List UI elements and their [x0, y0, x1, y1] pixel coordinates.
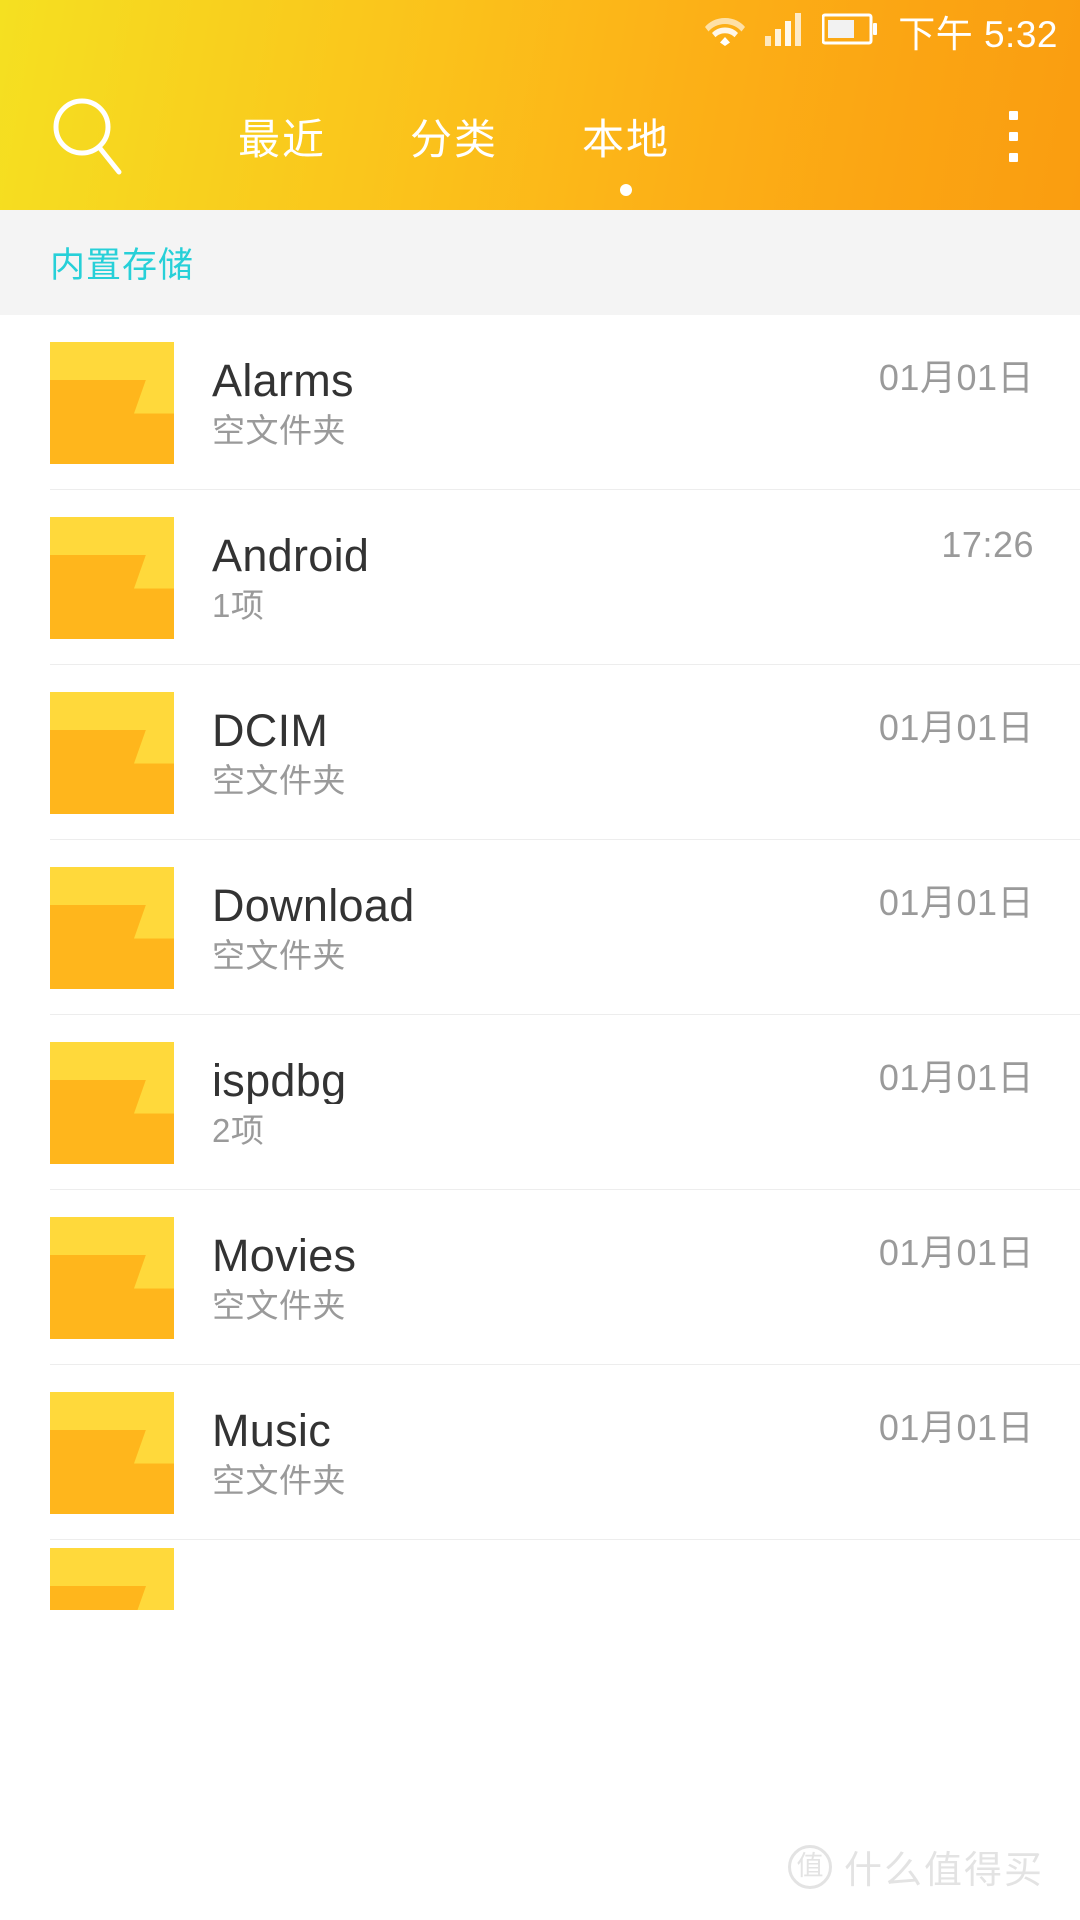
list-item-subtitle: 2项: [212, 1111, 265, 1149]
list-item-name: Movies: [212, 1231, 357, 1279]
list-item-meta: Download 空文件夹: [174, 882, 879, 974]
list-item-meta: Movies 空文件夹: [174, 1232, 879, 1324]
list-item-date: 17:26: [941, 524, 1034, 565]
status-bar: 下午 5:32: [0, 0, 1080, 62]
list-item[interactable]: Android 1项 17:26: [0, 490, 1080, 665]
list-item[interactable]: [0, 1540, 1080, 1610]
tab-categories[interactable]: 分类: [368, 62, 540, 210]
list-item-subtitle: 空文件夹: [212, 411, 346, 449]
list-item[interactable]: ispdbg 2项 01月01日: [0, 1015, 1080, 1190]
list-item-meta: Android 1项: [174, 532, 941, 624]
folder-icon: [50, 866, 174, 989]
list-item-name: Download: [212, 881, 415, 929]
tab-list: 最近 分类 本地: [196, 62, 712, 210]
list-item-date: 01月01日: [878, 357, 1034, 398]
list-item-name: ispdbg: [212, 1056, 347, 1104]
tab-indicator-dot: [620, 184, 632, 196]
list-item[interactable]: Movies 空文件夹 01月01日: [0, 1190, 1080, 1365]
list-item-meta: Alarms 空文件夹: [174, 357, 879, 449]
folder-icon: [50, 1391, 174, 1514]
search-icon[interactable]: [44, 93, 130, 179]
list-item[interactable]: Download 空文件夹 01月01日: [0, 840, 1080, 1015]
folder-icon: [50, 691, 174, 814]
list-item-date: 01月01日: [878, 1232, 1034, 1273]
list-item-meta: Music 空文件夹: [174, 1407, 879, 1499]
folder-icon: [50, 1216, 174, 1339]
list-item-name: Android: [212, 531, 370, 579]
list-item-date: 01月01日: [878, 1057, 1034, 1098]
list-item-meta: DCIM 空文件夹: [174, 707, 879, 799]
battery-icon: [821, 13, 878, 50]
signal-bars-icon: [764, 12, 804, 51]
wifi-icon: [704, 12, 746, 51]
watermark-logo-icon: 值: [787, 1844, 832, 1889]
overflow-menu-icon[interactable]: [976, 91, 1050, 181]
overflow-dot: [1008, 110, 1018, 120]
tab-bar: 最近 分类 本地: [0, 62, 1080, 210]
list-item-name: Alarms: [212, 356, 354, 404]
watermark-text: 什么值得买: [843, 1850, 1044, 1892]
overflow-dot: [1008, 152, 1018, 162]
list-item[interactable]: Alarms 空文件夹 01月01日: [0, 315, 1080, 490]
overflow-dot: [1008, 131, 1018, 141]
list-item-meta: [174, 1540, 1034, 1550]
list-item-subtitle: 空文件夹: [212, 1461, 346, 1499]
tab-local[interactable]: 本地: [540, 62, 712, 210]
list-item-name: DCIM: [212, 706, 329, 754]
tab-recent-label: 最近: [237, 115, 326, 163]
list-item-name: Music: [212, 1406, 332, 1454]
list-item-date: 01月01日: [878, 707, 1034, 748]
list-item[interactable]: DCIM 空文件夹 01月01日: [0, 665, 1080, 840]
tab-categories-label: 分类: [409, 115, 498, 163]
watermark: 值 什么值得买: [787, 1839, 1044, 1894]
list-item-meta: ispdbg 2项: [174, 1057, 879, 1149]
folder-icon: [50, 1548, 174, 1610]
folder-icon: [50, 1041, 174, 1164]
status-bar-clock: 下午 5:32: [898, 14, 1058, 55]
tab-recent[interactable]: 最近: [196, 62, 368, 210]
list-item-date: 01月01日: [878, 1407, 1034, 1448]
list-item-subtitle: 空文件夹: [212, 936, 346, 974]
folder-icon: [50, 341, 174, 464]
list-item[interactable]: Music 空文件夹 01月01日: [0, 1365, 1080, 1540]
list-item-subtitle: 空文件夹: [212, 761, 346, 799]
breadcrumb-current-path[interactable]: 内置存储: [50, 237, 194, 288]
breadcrumb[interactable]: 内置存储: [0, 210, 1080, 315]
file-list: Alarms 空文件夹 01月01日 Android 1项 17:26 DCIM…: [0, 315, 1080, 1610]
list-item-date: 01月01日: [878, 882, 1034, 923]
folder-icon: [50, 516, 174, 639]
list-item-subtitle: 空文件夹: [212, 1286, 346, 1324]
app-bar: 下午 5:32 最近 分类 本地: [0, 0, 1080, 210]
tab-local-label: 本地: [581, 115, 670, 163]
list-item-subtitle: 1项: [212, 586, 265, 624]
